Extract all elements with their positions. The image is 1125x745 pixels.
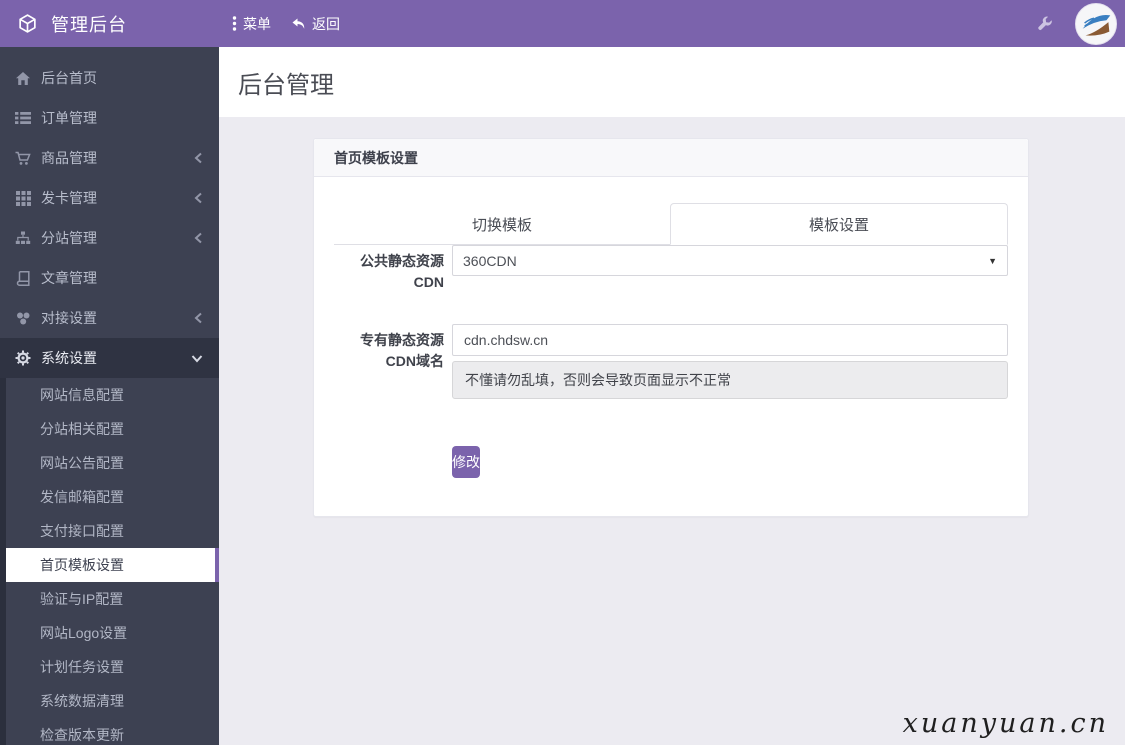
private-cdn-input[interactable] [452,324,1008,356]
cube-logo-icon [17,13,38,34]
card-body: 切换模板 模板设置 公共静态资源 CDN 360CDN [314,177,1028,514]
submenu-item-substation-config[interactable]: 分站相关配置 [6,412,219,446]
submenu-item-label: 分站相关配置 [40,419,124,439]
submenu-item-label: 检查版本更新 [40,725,124,745]
back-button[interactable]: 返回 [291,14,340,34]
ellipsis-vertical-icon [232,16,237,31]
main: 后台管理 首页模板设置 切换模板 模板设置 公共静态资源 CDN [219,47,1125,745]
menu-button-label: 菜单 [243,14,271,34]
topbar: 管理后台 菜单 返回 [0,0,1125,47]
sidebar-item-label: 发卡管理 [41,188,194,208]
form-row-submit: 修改 [334,446,1008,478]
list-icon [15,111,31,125]
grid-icon [15,191,31,206]
content-header: 后台管理 [219,47,1125,117]
page-title: 后台管理 [238,65,334,100]
submenu-item-verify-ip[interactable]: 验证与IP配置 [6,582,219,616]
chevron-left-icon [194,152,203,164]
private-cdn-help-text: 不懂请勿乱填，否则会导致页面显示不正常 [452,361,1008,399]
sidebar-item-cards[interactable]: 发卡管理 [0,178,219,218]
gear-icon [15,350,31,366]
submenu-item-payment[interactable]: 支付接口配置 [6,514,219,548]
submenu-item-label: 网站公告配置 [40,453,124,473]
submenu-item-cron[interactable]: 计划任务设置 [6,650,219,684]
template-settings-card: 首页模板设置 切换模板 模板设置 公共静态资源 CDN [313,138,1029,517]
sidebar-item-label: 商品管理 [41,148,194,168]
back-button-label: 返回 [312,14,340,34]
content: 首页模板设置 切换模板 模板设置 公共静态资源 CDN [219,117,1125,745]
settings-form: 公共静态资源 CDN 360CDN ▼ [334,245,1008,478]
sidebar: 后台首页 订单管理 商品管理 [0,47,219,745]
submenu-item-homepage-template[interactable]: 首页模板设置 [6,548,219,582]
system-settings-submenu: 网站信息配置 分站相关配置 网站公告配置 发信邮箱配置 支付接口配置 首页模板设… [0,378,219,745]
submenu-item-email[interactable]: 发信邮箱配置 [6,480,219,514]
sidebar-item-articles[interactable]: 文章管理 [0,258,219,298]
submenu-item-label: 发信邮箱配置 [40,487,124,507]
submenu-item-label: 首页模板设置 [40,555,124,575]
tab-switch-template[interactable]: 切换模板 [334,203,670,245]
public-cdn-label: 公共静态资源 CDN [334,245,452,293]
chevron-left-icon [194,312,203,324]
avatar[interactable] [1075,3,1117,45]
submenu-item-label: 支付接口配置 [40,521,124,541]
tab-template-settings[interactable]: 模板设置 [670,203,1008,245]
topnav: 菜单 返回 [219,0,360,47]
sidebar-item-dashboard[interactable]: 后台首页 [0,58,219,98]
select-dropdown-arrow-icon: ▼ [988,256,997,266]
topbar-right [1037,0,1125,47]
cart-icon [15,151,31,166]
menu-button[interactable]: 菜单 [232,14,271,34]
sidebar-item-label: 系统设置 [41,348,191,368]
back-arrow-icon [291,17,306,31]
submenu-item-label: 网站Logo设置 [40,623,127,643]
submenu-item-version-check[interactable]: 检查版本更新 [6,718,219,745]
form-row-public-cdn: 公共静态资源 CDN 360CDN ▼ [334,245,1008,293]
submenu-item-logo[interactable]: 网站Logo设置 [6,616,219,650]
sidebar-item-integration[interactable]: 对接设置 [0,298,219,338]
brand[interactable]: 管理后台 [0,0,219,47]
brand-title: 管理后台 [51,11,127,37]
submenu-item-data-cleanup[interactable]: 系统数据清理 [6,684,219,718]
book-icon [15,271,31,286]
sidebar-item-label: 分站管理 [41,228,194,248]
wrench-icon[interactable] [1037,16,1053,32]
chevron-down-icon [191,354,203,363]
sidebar-item-substations[interactable]: 分站管理 [0,218,219,258]
public-cdn-selected-value: 360CDN [463,253,517,269]
tabs: 切换模板 模板设置 [334,203,1008,245]
form-row-private-cdn: 专有静态资源 CDN域名 不懂请勿乱填，否则会导致页面显示不正常 [334,324,1008,399]
submenu-item-label: 网站信息配置 [40,385,124,405]
submenu-item-site-info[interactable]: 网站信息配置 [6,378,219,412]
submenu-item-announcement[interactable]: 网站公告配置 [6,446,219,480]
submit-button[interactable]: 修改 [452,446,480,478]
sidebar-item-products[interactable]: 商品管理 [0,138,219,178]
sidebar-item-system-settings[interactable]: 系统设置 [0,338,219,378]
public-cdn-select[interactable]: 360CDN ▼ [452,245,1008,276]
sidebar-item-label: 文章管理 [41,268,203,288]
submenu-item-label: 系统数据清理 [40,691,124,711]
card-header: 首页模板设置 [314,139,1028,177]
home-icon [15,71,31,86]
watermark: xuanyuan.cn [903,708,1109,739]
layout: 后台首页 订单管理 商品管理 [0,47,1125,745]
cubes-icon [15,311,31,326]
sitemap-icon [15,231,31,245]
sidebar-item-label: 对接设置 [41,308,194,328]
submenu-item-label: 验证与IP配置 [40,589,123,609]
chevron-left-icon [194,232,203,244]
sidebar-item-label: 订单管理 [41,108,203,128]
private-cdn-label: 专有静态资源 CDN域名 [334,324,452,399]
sidebar-item-orders[interactable]: 订单管理 [0,98,219,138]
chevron-left-icon [194,192,203,204]
sidebar-item-label: 后台首页 [41,68,203,88]
submenu-item-label: 计划任务设置 [40,657,124,677]
